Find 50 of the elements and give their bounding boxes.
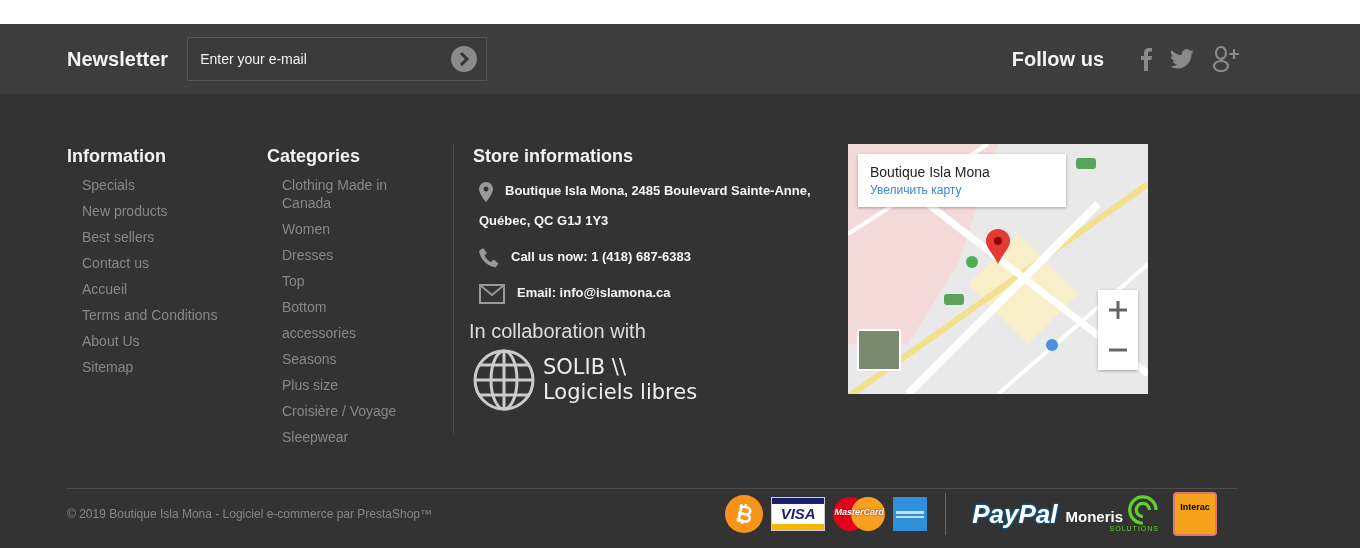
phone-icon — [479, 247, 499, 268]
column-title: Categories — [267, 145, 362, 168]
zoom-out-button[interactable] — [1098, 330, 1138, 370]
interac-logo: Interac — [1173, 492, 1217, 536]
google-plus-icon — [1212, 46, 1240, 72]
partner-logo-text: SOLIB \\ Logiciels libres — [543, 355, 698, 405]
category-link[interactable]: Bottom — [282, 298, 402, 316]
visa-logo: VISA — [771, 497, 826, 531]
footer-link[interactable]: Terms and Conditions — [82, 306, 267, 324]
category-link[interactable]: Sleepwear — [282, 428, 402, 446]
amex-card-icon — [893, 497, 928, 531]
column-title: Store informations — [473, 145, 634, 168]
newsletter-title: Newsletter — [67, 47, 169, 71]
email-field[interactable]: Enter your e-mail — [187, 37, 488, 81]
globe-icon — [473, 349, 535, 411]
follow-title: Follow us — [1011, 47, 1104, 71]
store-info-text: Boutique Isla Mona, 2485 Boulevard Sainte-Anne, — [505, 183, 811, 198]
copyright-text: © 2019 Boutique Isla Mona - Logiciel e-commerce par PrestaShop™ — [67, 507, 433, 521]
footer-link[interactable]: About Us — [82, 332, 267, 350]
category-link[interactable]: Top — [282, 272, 402, 290]
category-link[interactable]: Clothing Made in Canada — [282, 176, 402, 212]
twitter-icon — [1170, 49, 1194, 69]
facebook-icon — [1140, 47, 1152, 71]
bitcoin-icon — [725, 495, 764, 533]
footer-link[interactable]: New products — [82, 202, 267, 220]
category-link[interactable]: accessories — [282, 324, 402, 342]
plus-icon — [1109, 301, 1127, 319]
location-pin-icon — [479, 181, 493, 202]
paypal-logo: PayPal — [972, 498, 1058, 530]
category-link[interactable]: Dresses — [282, 246, 402, 264]
category-link[interactable]: Plus size — [282, 376, 402, 394]
footer-link[interactable]: Contact us — [82, 254, 267, 272]
store-info-text: Email: info@islamona.ca — [517, 285, 671, 300]
enlarge-map-link[interactable]: Увеличить карту — [870, 183, 1054, 197]
footer-link[interactable]: Best sellers — [82, 228, 267, 246]
column-title: Information — [67, 145, 167, 168]
chevron-right-icon — [458, 52, 471, 66]
category-link[interactable]: Seasons — [282, 350, 402, 368]
footer-link[interactable]: Sitemap — [82, 358, 267, 376]
place-name: Boutique Isla Mona — [870, 164, 991, 180]
footer-link[interactable]: Accueil — [82, 280, 267, 298]
category-link[interactable]: Croisière / Voyage — [282, 402, 402, 420]
zoom-in-button[interactable] — [1098, 290, 1138, 330]
store-info-text: Call us now: 1 (418) 687-6383 — [511, 249, 691, 264]
category-link[interactable]: Women — [282, 220, 402, 238]
minus-icon — [1109, 348, 1127, 352]
store-info-text: Québec, QC G1J 1Y3 — [479, 212, 610, 230]
collaboration-title: In collaboration with — [469, 320, 647, 343]
envelope-icon — [479, 283, 505, 304]
footer-link[interactable]: Specials — [82, 176, 267, 194]
